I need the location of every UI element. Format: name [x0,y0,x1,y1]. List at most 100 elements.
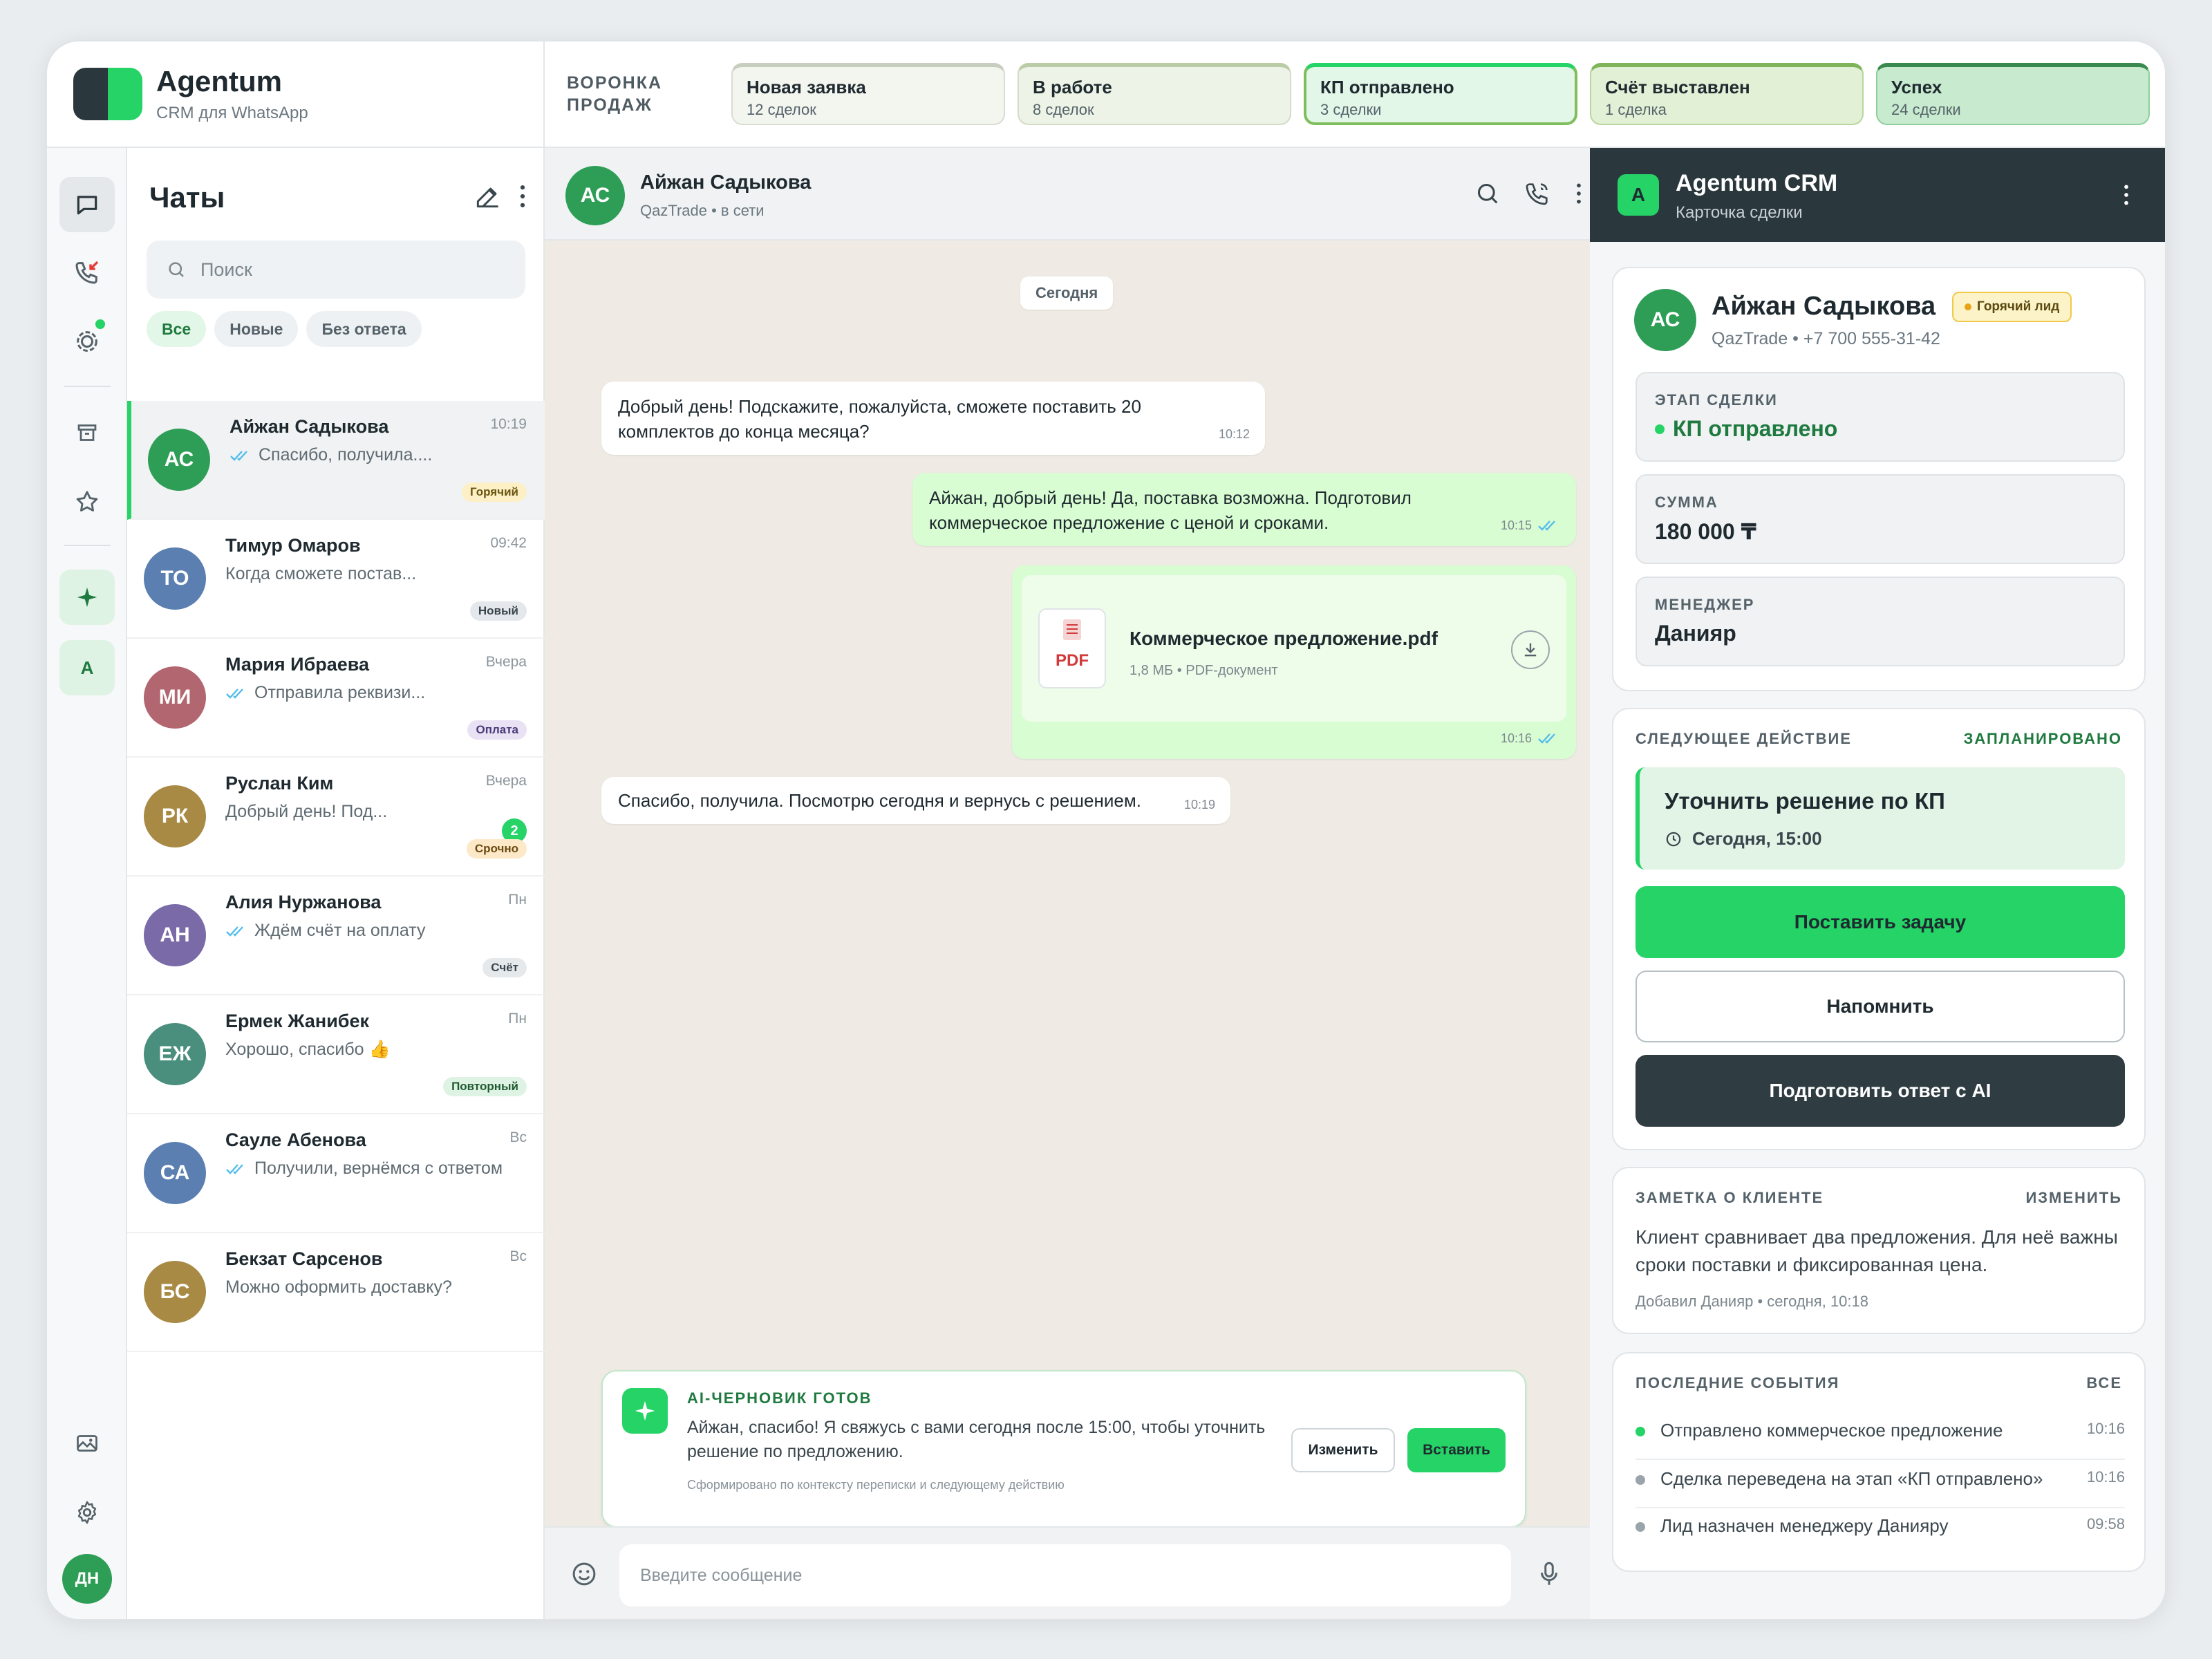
filter-new[interactable]: Новые [214,311,299,347]
chat-preview-text: Добрый день! Под... [225,802,388,821]
ai-draft-insert-button[interactable]: Вставить [1407,1428,1506,1472]
chat-list-item[interactable]: РК Руслан Ким Вчера Добрый день! Под... 2 Сро… [127,758,545,877]
funnel-stage-in-progress[interactable]: В работе 8 сделок [1018,63,1291,125]
more-vertical-icon [1577,183,1581,204]
deal-card: АС Айжан Садыкова Горячий лид QazTrade •… [1612,267,2146,691]
stage-name: Счёт выставлен [1605,77,1750,97]
chat-preview: Ждём счёт на оплату [225,921,426,941]
rail-status-button[interactable] [59,314,115,369]
message-input[interactable]: Введите сообщение [619,1544,1511,1606]
crm-logo-icon: A [1618,174,1659,216]
emoji-button[interactable] [570,1559,599,1588]
rail-media-button[interactable] [59,1416,115,1471]
chat-time: 09:42 [490,535,527,551]
chat-name: Руслан Ким [225,773,334,794]
note-edit-link[interactable]: ИЗМЕНИТЬ [2025,1189,2122,1207]
chat-list-item[interactable]: ЕЖ Ермек Жанибек Пн Хорошо, спасибо 👍 Повтор… [127,995,545,1114]
chat-list-item[interactable]: АН Алия Нуржанова Пн Ждём счёт на оплату Счё… [127,877,545,995]
stage-count: 8 сделок [1033,101,1094,118]
client-avatar: АС [1634,289,1696,351]
chat-list-item[interactable]: ТО Тимур Омаров 09:42 Когда сможете постав.… [127,520,545,639]
set-task-button[interactable]: Поставить задачу [1635,886,2125,958]
call-button[interactable] [1524,180,1551,207]
event-text: Лид назначен менеджеру Данияру [1660,1515,1949,1536]
conversation-search-button[interactable] [1474,180,1501,207]
rail-favorites-button[interactable] [59,474,115,529]
download-icon [1524,643,1537,657]
microphone-icon [1541,1562,1557,1585]
chat-list-panel: Чаты Поиск Все Новые Без ответа АС Айжан … [127,148,545,1619]
hot-lead-label: Горячий лид [1977,299,2060,314]
crm-panel-title: Agentum CRM [1676,170,1838,196]
file-meta: 1,8 МБ • PDF-документ [1130,663,1278,678]
client-name: Айжан Садыкова [1712,292,1936,321]
stage-name: В работе [1033,77,1112,97]
events-all-link[interactable]: ВСЕ [2086,1374,2122,1392]
rail-chats-button[interactable] [59,177,115,232]
crm-app-window: Agentum CRM для WhatsApp ВОРОНКА ПРОДАЖ … [46,40,2166,1620]
left-rail: A ДН [47,148,127,1619]
conversation-panel: АС Айжан Садыкова QazTrade • в сети Сего… [545,148,1590,1619]
gear-icon [77,1501,97,1524]
clock-icon [1666,832,1681,846]
crm-panel-menu-button[interactable] [2112,181,2140,209]
remind-button[interactable]: Напомнить [1635,971,2125,1042]
chat-list-menu-button[interactable] [507,181,538,212]
filter-unanswered[interactable]: Без ответа [306,311,422,347]
chat-name: Тимур Омаров [225,535,361,556]
new-chat-button[interactable] [473,181,503,212]
double-check-icon [1538,733,1555,744]
conversation-menu-button[interactable] [1565,180,1593,207]
deal-manager-field[interactable]: МЕНЕДЖЕР Данияр [1635,577,2125,666]
outgoing-message[interactable]: Айжан, добрый день! Да, поставка возможн… [912,473,1576,546]
chat-preview: Отправила реквизи... [225,683,425,703]
funnel-stage-success[interactable]: Успех 24 сделки [1876,63,2150,125]
rail-archive-button[interactable] [59,405,115,460]
chat-preview: Можно оформить доставку? [225,1277,452,1297]
double-check-icon [226,688,243,699]
double-check-icon [230,450,247,461]
chat-list-item[interactable]: СА Сауле Абенова Вс Получили, вернёмся с от… [127,1114,545,1233]
chat-list-item[interactable]: БС Бекзат Сарсенов Вс Можно оформить достав… [127,1233,545,1352]
stage-count: 3 сделки [1320,101,1382,118]
rail-workspace-button[interactable]: A [59,640,115,695]
filter-all[interactable]: Все [147,311,207,347]
ai-draft-text: Айжан, спасибо! Я свяжусь с вами сегодня… [687,1418,1266,1461]
incoming-message[interactable]: Добрый день! Подскажите, пожалуйста, смо… [601,382,1265,455]
chat-time: 10:19 [490,416,527,432]
client-note-card: ЗАМЕТКА О КЛИЕНТЕ ИЗМЕНИТЬ Клиент сравни… [1612,1167,2146,1334]
sales-funnel: ВОРОНКА ПРОДАЖ Новая заявка 12 сделок В … [545,41,2165,148]
contact-avatar[interactable]: АС [565,166,625,225]
rail-settings-button[interactable] [59,1485,115,1540]
next-action-task[interactable]: Уточнить решение по КП Сегодня, 15:00 [1635,767,2125,870]
outgoing-file-message[interactable]: PDF Коммерческое предложение.pdf 1,8 МБ … [1012,565,1576,759]
chat-search-input[interactable]: Поиск [147,241,525,299]
deal-amount-field[interactable]: СУММА 180 000 ₸ [1635,474,2125,564]
chat-list-item[interactable]: МИ Мария Ибраева Вчера Отправила реквизи...… [127,639,545,758]
ai-reply-button[interactable]: Подготовить ответ с AI [1635,1055,2125,1127]
funnel-stage-invoice[interactable]: Счёт выставлен 1 сделка [1590,63,1864,125]
funnel-stage-new[interactable]: Новая заявка 12 сделок [731,63,1005,125]
contact-name: Айжан Садыкова [640,171,812,194]
incoming-message[interactable]: Спасибо, получила. Посмотрю сегодня и ве… [601,777,1230,824]
ai-draft-edit-button[interactable]: Изменить [1291,1428,1395,1472]
chat-preview-text: Получили, вернёмся с ответом [254,1159,503,1178]
task-time: Сегодня, 15:00 [1692,828,1822,849]
note-title: ЗАМЕТКА О КЛИЕНТЕ [1635,1189,1824,1206]
deal-stage-label: ЭТАП СДЕЛКИ [1655,391,1778,409]
user-avatar[interactable]: ДН [62,1554,112,1604]
funnel-stage-offer-sent[interactable]: КП отправлено 3 сделки [1304,63,1577,125]
file-attachment[interactable]: PDF Коммерческое предложение.pdf 1,8 МБ … [1022,575,1566,722]
voice-message-button[interactable] [1535,1559,1564,1588]
chat-list-item[interactable]: АС Айжан Садыкова 10:19 Спасибо, получила..… [127,401,545,520]
chat-list-title: Чаты [149,181,225,214]
deal-stage-field[interactable]: ЭТАП СДЕЛКИ КП отправлено [1635,372,2125,462]
brand-name: Agentum [156,65,282,97]
conversation-header: АС Айжан Садыкова QazTrade • в сети [545,148,1590,241]
brand-header: Agentum CRM для WhatsApp [47,41,545,148]
rail-ai-button[interactable] [59,570,115,625]
download-button[interactable] [1511,630,1550,669]
rail-calls-button[interactable] [59,245,115,300]
chat-preview: Добрый день! Под... [225,802,387,822]
deal-amount-value: 180 000 ₸ [1655,519,1756,544]
